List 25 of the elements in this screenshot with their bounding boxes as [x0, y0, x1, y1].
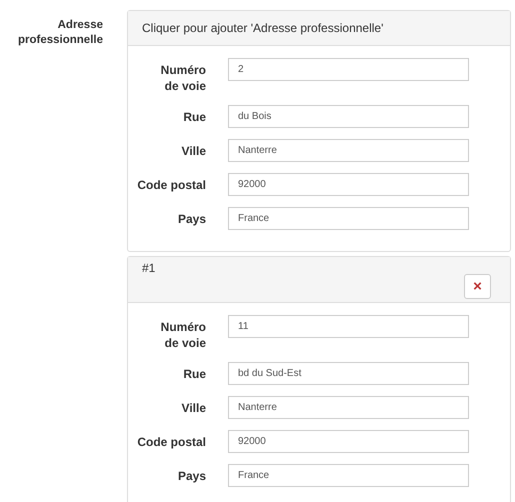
- field-label: Numéro de voie: [160, 319, 206, 351]
- input-field[interactable]: du Bois: [228, 105, 469, 128]
- input-field[interactable]: bd du Sud-Est: [228, 362, 469, 385]
- input-field[interactable]: France: [228, 207, 469, 230]
- input-field[interactable]: France: [228, 464, 469, 487]
- input-field[interactable]: Nanterre: [228, 396, 469, 419]
- input-field[interactable]: 92000: [228, 430, 469, 453]
- panel-title[interactable]: Cliquer pour ajouter 'Adresse professionnelle': [142, 21, 384, 35]
- remove-button[interactable]: ×: [464, 274, 491, 299]
- panel-header[interactable]: Cliquer pour ajouter 'Adresse professionnelle': [128, 11, 510, 46]
- input-field[interactable]: 92000: [228, 173, 469, 196]
- field-label: Ville: [180, 143, 206, 159]
- panel-title: #1: [142, 261, 156, 275]
- field-label: Code postal: [136, 434, 206, 450]
- field-label: Rue: [182, 109, 206, 125]
- input-field[interactable]: Nanterre: [228, 139, 469, 162]
- field-label: Pays: [176, 468, 206, 484]
- input-field[interactable]: 11: [228, 315, 469, 338]
- field-label: Ville: [180, 400, 206, 416]
- field-label: Numéro de voie: [160, 62, 206, 94]
- field-label: Code postal: [136, 177, 206, 193]
- field-label: Adresse professionnelle: [17, 18, 103, 48]
- field-label: Pays: [176, 211, 206, 227]
- input-field[interactable]: 2: [228, 58, 469, 81]
- field-label: Rue: [182, 366, 206, 382]
